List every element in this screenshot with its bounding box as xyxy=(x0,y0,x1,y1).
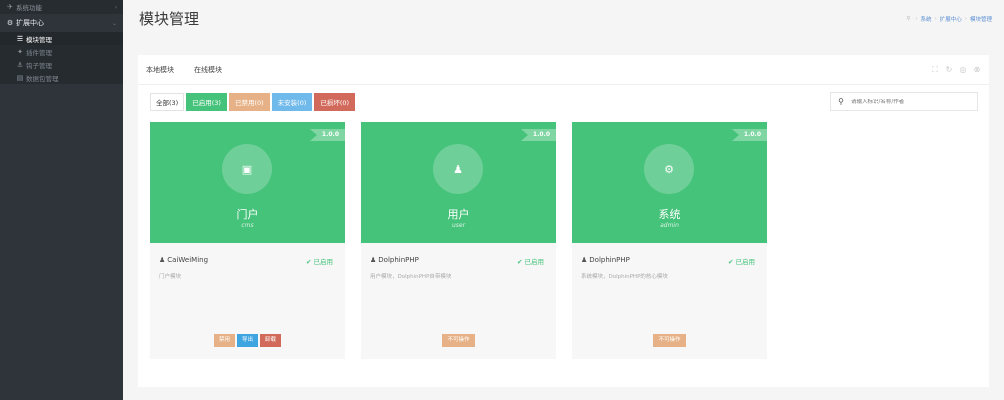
author-name: DolphinPHP xyxy=(589,256,630,264)
user-icon: ♟ xyxy=(370,256,377,264)
module-author: ♟ CaiWeiMing xyxy=(159,256,208,264)
module-actions: 禁用 导出 卸载 xyxy=(150,334,345,347)
gear-icon: ⚙ xyxy=(664,162,674,176)
sidebar-item-label: 模块管理 xyxy=(26,35,52,44)
module-author: ♟ DolphinPHP xyxy=(581,256,630,264)
export-button[interactable]: 导出 xyxy=(236,334,258,347)
refresh-icon[interactable]: ↻ xyxy=(945,65,953,75)
module-actions: 不可操作 xyxy=(361,334,556,347)
not-operable-button[interactable]: 不可操作 xyxy=(442,334,475,347)
status-badge: ✔ 已启用 xyxy=(728,256,755,266)
search-icon[interactable]: ⚲ xyxy=(831,97,851,106)
sidebar-item-label: 插件管理 xyxy=(26,48,52,57)
sidebar-item-hook-manage[interactable]: ⚓ 钩子管理 xyxy=(0,58,123,71)
close-icon[interactable]: ⊗ xyxy=(973,65,981,75)
status-badge: ✔ 已启用 xyxy=(306,256,333,266)
breadcrumb-item-system[interactable]: 系统 xyxy=(921,15,932,23)
user-icon: ♟ xyxy=(159,256,166,264)
sidebar-group-label: 扩展中心 xyxy=(16,19,44,27)
list-icon: ☰ xyxy=(16,34,24,43)
module-code: cms xyxy=(241,222,254,229)
check-icon: ✔ xyxy=(305,258,314,266)
module-card-user: 1.0.0 ♟ 用户 user ♟ DolphinPHP ✔ 已启用 用户模块，D… xyxy=(361,122,556,359)
module-description: 用户模块，DolphinPHP自带模块 xyxy=(370,274,452,280)
user-icon: ♟ xyxy=(453,162,463,176)
module-name: 用户 xyxy=(447,208,470,221)
sidebar-item-plugin-manage[interactable]: ✦ 插件管理 xyxy=(0,45,123,58)
author-name: DolphinPHP xyxy=(378,256,419,264)
paper-plane-icon: ✈ xyxy=(7,3,13,11)
main-panel: 本地模块 在线模块 ⛶ ↻ ◎ ⊗ 全部(3) 已启用(3) 已禁用(0) 未安… xyxy=(138,55,989,387)
module-name: 系统 xyxy=(658,208,681,221)
module-icon-circle: ⚙ xyxy=(644,144,694,194)
filter-all-button[interactable]: 全部(3) xyxy=(150,93,185,111)
user-icon: ♟ xyxy=(581,256,588,264)
status-filter-group: 全部(3) 已启用(3) 已禁用(0) 未安装(0) 已损坏(0) xyxy=(150,93,357,111)
tab-bar: 本地模块 在线模块 ⛶ ↻ ◎ ⊗ xyxy=(138,55,989,85)
module-description: 系统模块，DolphinPHP的核心模块 xyxy=(581,274,668,280)
sidebar-item-system-functions[interactable]: ✈ 系统功能 › xyxy=(0,0,123,14)
chevron-down-icon: ⌄ xyxy=(111,19,117,27)
module-code: user xyxy=(451,222,466,229)
module-code: admin xyxy=(660,222,679,229)
chevron-right-icon: › xyxy=(114,3,117,11)
module-card-header: 1.0.0 ♟ 用户 user xyxy=(361,122,556,243)
disable-button[interactable]: 禁用 xyxy=(213,334,235,347)
uninstall-button[interactable]: 卸载 xyxy=(260,334,282,347)
anchor-icon: ⚓ xyxy=(16,60,24,69)
sidebar-item-package-manage[interactable]: ▤ 数据包管理 xyxy=(0,71,123,84)
breadcrumb-item-extension-center[interactable]: 扩展中心 xyxy=(940,15,962,23)
status-text: 已启用 xyxy=(735,258,756,266)
module-card-header: 1.0.0 ⚙ 系统 admin xyxy=(572,122,767,243)
filter-disabled-button[interactable]: 已禁用(0) xyxy=(228,93,270,111)
sidebar: ✈ 系统功能 › ⚙ 扩展中心 ⌄ ☰ 模块管理 ✦ 插件管理 ⚓ 钩子管理 ▤… xyxy=(0,0,123,400)
module-actions: 不可操作 xyxy=(572,334,767,347)
status-badge: ✔ 已启用 xyxy=(517,256,544,266)
search-box: ⚲ xyxy=(830,92,978,111)
version-ribbon: 1.0.0 xyxy=(309,129,345,141)
filter-broken-button[interactable]: 已损坏(0) xyxy=(314,93,356,111)
module-card-cms: 1.0.0 ▣ 门户 cms ♟ CaiWeiMing ✔ 已启用 门户模块 禁用… xyxy=(150,122,345,359)
gear-icon: ⚙ xyxy=(6,19,14,27)
module-author: ♟ DolphinPHP xyxy=(370,256,419,264)
map-pin-icon: ⚲ xyxy=(906,16,911,22)
filter-enabled-button[interactable]: 已启用(3) xyxy=(186,93,227,111)
sidebar-item-label: 系统功能 xyxy=(16,4,42,12)
database-icon: ▤ xyxy=(16,73,24,82)
module-card-admin: 1.0.0 ⚙ 系统 admin ♟ DolphinPHP ✔ 已启用 系统模块，… xyxy=(572,122,767,359)
sidebar-item-label: 数据包管理 xyxy=(26,74,59,83)
check-icon: ✔ xyxy=(727,258,736,266)
panel-toolbar: ⛶ ↻ ◎ ⊗ xyxy=(931,65,981,75)
breadcrumb-separator: › xyxy=(915,16,918,22)
sidebar-group-extension-center[interactable]: ⚙ 扩展中心 ⌄ xyxy=(0,14,123,32)
breadcrumb: ⚲ › 系统 › 扩展中心 › 模块管理 xyxy=(906,15,992,23)
breadcrumb-item-module-manage[interactable]: 模块管理 xyxy=(970,15,992,23)
module-name: 门户 xyxy=(236,208,259,221)
sidebar-item-label: 钩子管理 xyxy=(26,61,52,70)
module-description: 门户模块 xyxy=(159,274,182,280)
filter-not-installed-button[interactable]: 未安装(0) xyxy=(271,93,313,111)
not-operable-button[interactable]: 不可操作 xyxy=(653,334,686,347)
module-icon-circle: ♟ xyxy=(433,144,483,194)
puzzle-icon: ✦ xyxy=(17,47,23,56)
check-icon: ✔ xyxy=(516,258,525,266)
tab-local-modules[interactable]: 本地模块 xyxy=(146,55,174,85)
version-ribbon: 1.0.0 xyxy=(731,129,767,141)
status-text: 已启用 xyxy=(313,258,334,266)
module-icon-circle: ▣ xyxy=(222,144,272,194)
newspaper-icon: ▣ xyxy=(241,162,253,176)
breadcrumb-separator: › xyxy=(964,16,967,22)
breadcrumb-separator: › xyxy=(934,16,937,22)
page-title: 模块管理 xyxy=(139,10,200,28)
module-card-header: 1.0.0 ▣ 门户 cms xyxy=(150,122,345,243)
status-text: 已启用 xyxy=(524,258,545,266)
search-input[interactable] xyxy=(851,98,971,105)
collapse-icon[interactable]: ◎ xyxy=(959,65,967,75)
author-name: CaiWeiMing xyxy=(167,256,209,264)
version-ribbon: 1.0.0 xyxy=(520,129,556,141)
fullscreen-icon[interactable]: ⛶ xyxy=(931,65,939,75)
sidebar-item-module-manage[interactable]: ☰ 模块管理 xyxy=(0,32,123,45)
tab-online-modules[interactable]: 在线模块 xyxy=(194,55,222,85)
